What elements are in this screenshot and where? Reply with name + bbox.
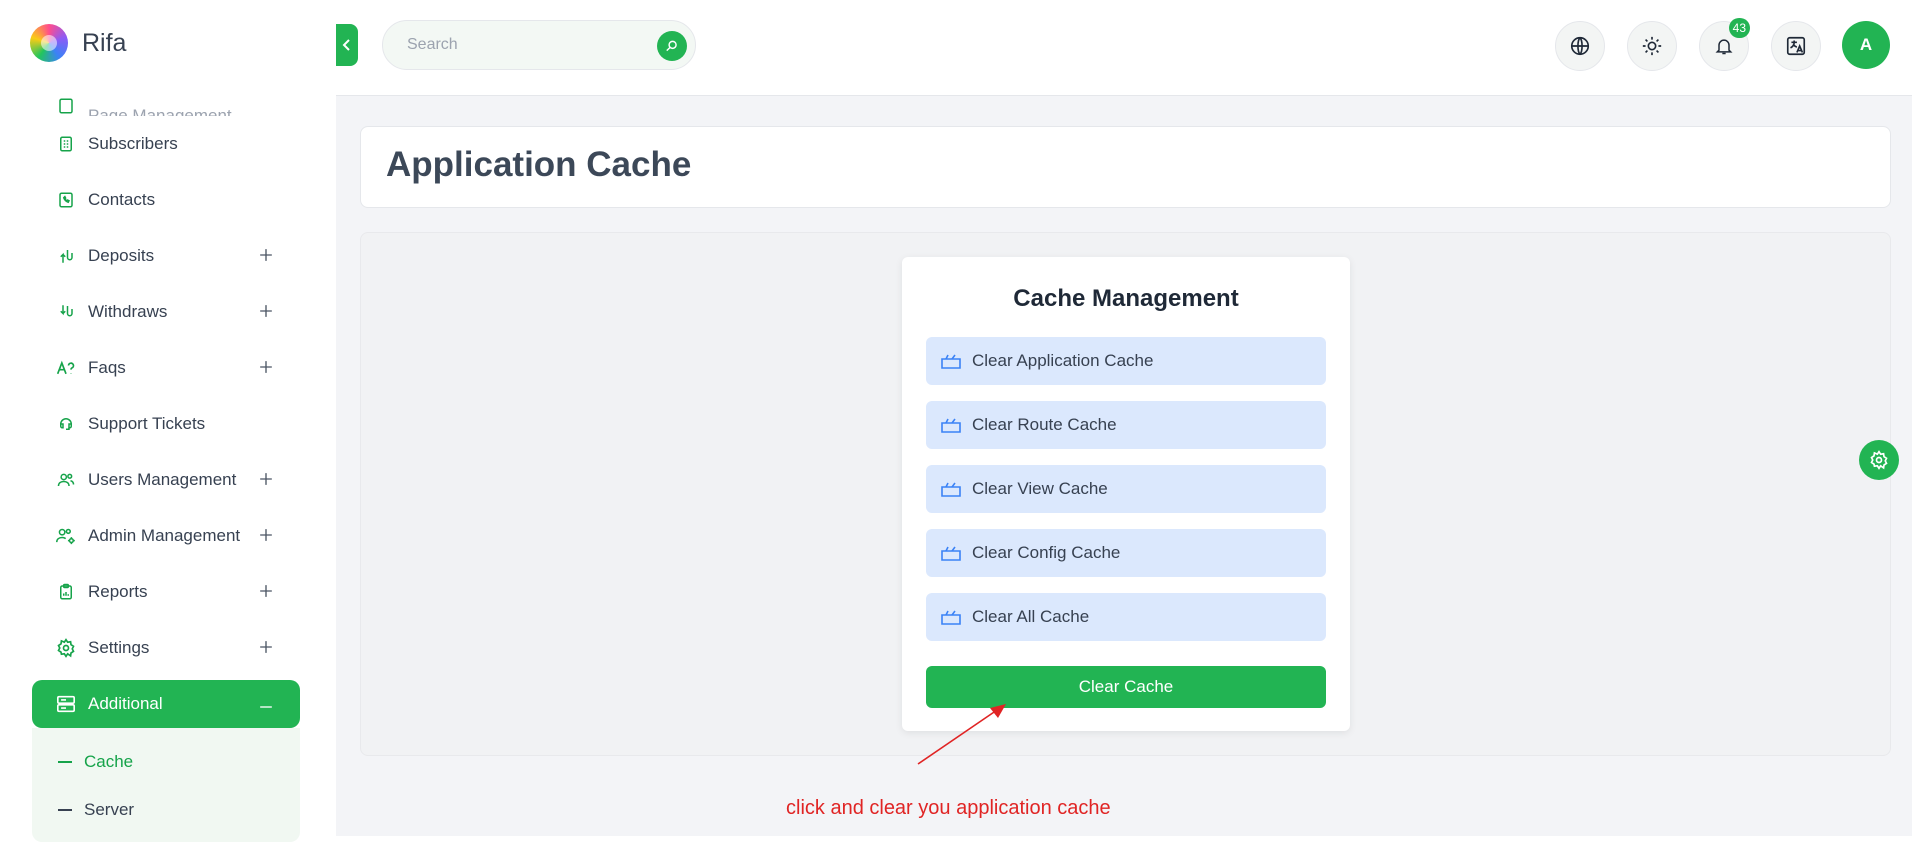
users-icon xyxy=(56,470,76,490)
contacts-icon xyxy=(56,190,76,210)
broom-icon xyxy=(940,352,962,370)
submenu-item-cache[interactable]: Cache xyxy=(32,738,300,786)
settings-icon xyxy=(56,638,76,658)
search-bar xyxy=(382,20,696,70)
sidebar-item-users-management[interactable]: Users Management xyxy=(32,452,300,508)
sidebar-item-label: Page Management xyxy=(88,106,232,116)
bell-icon xyxy=(1715,39,1733,55)
sidebar-item-subscribers[interactable]: Subscribers xyxy=(32,116,300,172)
option-clear-route-cache[interactable]: Clear Route Cache xyxy=(926,401,1326,449)
sidebar-item-label: Withdraws xyxy=(88,302,168,321)
page-title: Application Cache xyxy=(386,145,692,184)
sidebar-item-label: Deposits xyxy=(88,246,155,265)
sidebar-item-support-tickets[interactable]: Support Tickets xyxy=(32,396,300,452)
support-icon xyxy=(56,414,76,434)
page-header: Application Cache xyxy=(360,126,1891,208)
sidebar-item-reports[interactable]: Reports xyxy=(32,564,300,620)
sun-icon xyxy=(1642,36,1662,56)
sidebar: Rifa Page Management Subscribers Contact… xyxy=(0,0,336,852)
sidebar-item-label: Users Management xyxy=(88,470,237,489)
annotation-text: click and clear you application cache xyxy=(786,797,1111,819)
cache-management-card: Cache Management Clear Application Cache… xyxy=(902,257,1350,731)
reports-icon xyxy=(56,582,76,602)
brand-logo xyxy=(30,24,68,62)
expand-plus-icon[interactable] xyxy=(256,581,276,601)
option-label: Clear All Cache xyxy=(972,607,1090,626)
withdraws-icon xyxy=(56,302,76,322)
option-label: Clear Config Cache xyxy=(972,543,1121,562)
globe-icon xyxy=(1570,36,1590,56)
card-title: Cache Management xyxy=(1013,285,1239,312)
page-icon xyxy=(56,96,76,116)
option-label: Clear Route Cache xyxy=(972,415,1117,434)
option-clear-application-cache[interactable]: Clear Application Cache xyxy=(926,337,1326,385)
sidebar-item-contacts[interactable]: Contacts xyxy=(32,172,300,228)
submenu-additional: Cache Server xyxy=(32,728,300,842)
broom-icon xyxy=(940,416,962,434)
settings-float-button[interactable] xyxy=(1859,440,1899,480)
sidebar-nav: Page Management Subscribers Contacts Dep… xyxy=(32,88,300,842)
sidebar-item-label: Faqs xyxy=(88,358,126,377)
sidebar-item-label: Admin Management xyxy=(88,526,241,545)
brand[interactable]: Rifa xyxy=(30,24,126,62)
sidebar-item-withdraws[interactable]: Withdraws xyxy=(32,284,300,340)
sidebar-item-label: Support Tickets xyxy=(88,414,206,433)
sidebar-item-deposits[interactable]: Deposits xyxy=(32,228,300,284)
server-icon xyxy=(56,694,76,714)
dash-icon xyxy=(58,761,72,763)
sidebar-item-faqs[interactable]: Faqs xyxy=(32,340,300,396)
expand-plus-icon[interactable] xyxy=(256,357,276,377)
avatar[interactable]: A xyxy=(1842,21,1890,69)
notification-badge: 43 xyxy=(1728,18,1750,38)
sidebar-item-label: Settings xyxy=(88,638,150,657)
option-clear-config-cache[interactable]: Clear Config Cache xyxy=(926,529,1326,577)
sidebar-item-label: Subscribers xyxy=(88,134,178,153)
translate-icon xyxy=(1786,36,1806,56)
expand-plus-icon[interactable] xyxy=(256,637,276,657)
clear-cache-button[interactable]: Clear Cache xyxy=(926,666,1326,708)
topbar: 43 A xyxy=(336,0,1912,96)
search-input[interactable] xyxy=(383,21,633,69)
option-clear-all-cache[interactable]: Clear All Cache xyxy=(926,593,1326,641)
option-label: Clear Application Cache xyxy=(972,351,1154,370)
submenu-item-label: Cache xyxy=(84,752,134,771)
sidebar-item-label: Additional xyxy=(88,694,163,713)
broom-icon xyxy=(940,544,962,562)
broom-icon xyxy=(940,608,962,626)
submenu-item-server[interactable]: Server xyxy=(32,786,300,834)
sidebar-item-page-management[interactable]: Page Management xyxy=(32,88,300,116)
option-label: Clear View Cache xyxy=(972,479,1108,498)
language-button[interactable] xyxy=(1555,21,1605,71)
sidebar-toggle-button[interactable] xyxy=(336,24,358,66)
search-icon xyxy=(666,40,677,52)
expand-plus-icon[interactable] xyxy=(256,525,276,545)
option-clear-view-cache[interactable]: Clear View Cache xyxy=(926,465,1326,513)
brand-name: Rifa xyxy=(82,28,127,57)
expand-plus-icon[interactable] xyxy=(256,301,276,321)
search-button[interactable] xyxy=(657,31,687,61)
broom-icon xyxy=(940,480,962,498)
theme-toggle-button[interactable] xyxy=(1627,21,1677,71)
notifications-button[interactable]: 43 xyxy=(1699,18,1750,71)
footer-strip xyxy=(336,836,1912,852)
collapse-minus-icon[interactable] xyxy=(256,697,276,717)
expand-plus-icon[interactable] xyxy=(256,245,276,265)
expand-plus-icon[interactable] xyxy=(256,469,276,489)
submenu-item-label: Server xyxy=(84,800,135,819)
sidebar-item-settings[interactable]: Settings xyxy=(32,620,300,676)
dash-icon xyxy=(58,809,72,811)
chevron-left-icon xyxy=(342,39,350,51)
deposits-icon xyxy=(56,246,76,266)
gear-icon xyxy=(1870,450,1888,470)
sidebar-item-label: Contacts xyxy=(88,190,156,209)
admin-icon xyxy=(56,526,76,546)
faqs-icon xyxy=(56,358,76,378)
sidebar-item-additional[interactable]: Additional xyxy=(32,680,300,728)
subscribers-icon xyxy=(56,134,76,154)
translate-button[interactable] xyxy=(1771,21,1821,71)
sidebar-item-admin-management[interactable]: Admin Management xyxy=(32,508,300,564)
sidebar-item-label: Reports xyxy=(88,582,148,601)
